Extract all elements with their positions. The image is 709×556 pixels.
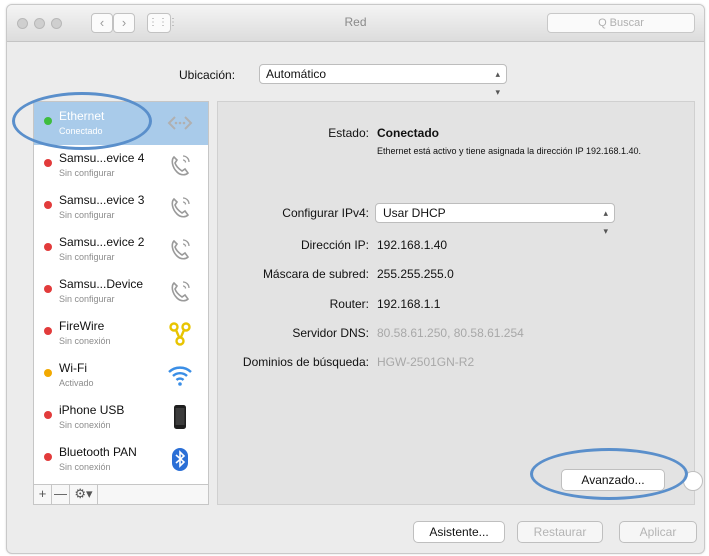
service-status: Conectado [59,126,103,136]
plus-icon: + [38,486,47,501]
location-value: Automático [266,67,327,81]
service-status: Sin conexión [59,336,111,346]
router-label: Router: [329,297,369,311]
service-name: Samsu...Device [59,277,144,291]
status-label: Estado: [328,126,369,140]
service-status: Sin configurar [59,294,115,304]
help-button[interactable] [683,471,703,491]
service-name: Samsu...evice 2 [59,235,145,249]
action-menu-button[interactable]: ⚙▾ [70,485,98,504]
service-item[interactable]: Bluetooth PAN Sin conexión [34,438,208,481]
firewire-icon [166,319,194,347]
location-label: Ubicación: [179,68,236,82]
router-value: 192.168.1.1 [377,297,441,311]
minus-icon: — [54,486,67,501]
location-select[interactable]: Automático ▴ ▾ [259,64,507,97]
dns-server-value: 80.58.61.250, 80.58.61.254 [377,326,524,340]
assistant-button[interactable]: Asistente... [413,521,505,543]
service-name: Bluetooth PAN [59,445,137,459]
wifi-icon [166,361,194,389]
service-item[interactable]: FireWire Sin conexión [34,312,208,355]
phone-handset-icon [166,235,194,263]
search-domains-value: HGW-2501GN-R2 [377,355,475,369]
subnet-mask-label: Máscara de subred: [262,267,369,281]
ip-address-label: Dirección IP: [300,238,369,252]
status-value: Conectado [377,126,440,140]
service-name: Wi-Fi [59,361,87,375]
service-name: FireWire [59,319,105,333]
ip-address-value: 192.168.1.40 [377,238,448,252]
service-item[interactable]: iPhone USB Sin conexión [34,396,208,439]
search-field[interactable]: Q Buscar [547,13,695,33]
service-list: Ethernet Conectado Samsu...evice 4 Sin conf… [33,101,209,485]
apply-button[interactable]: Aplicar [619,521,697,543]
service-status: Sin conexión [59,462,111,472]
status-dot [44,327,52,335]
status-dot [44,285,52,293]
network-preferences-window: ‹ › ⋮⋮⋮ Red Q Buscar Ubicación: Automáti… [6,4,705,554]
details-panel [217,101,695,505]
service-item[interactable]: Samsu...Device Sin configurar [34,270,208,313]
ipv4-label: Configurar IPv4: [282,206,369,220]
iphone-icon [166,403,194,431]
service-item[interactable]: Ethernet Conectado [34,102,208,145]
remove-service-button[interactable]: — [52,485,70,504]
service-status: Sin configurar [59,210,115,220]
service-item[interactable]: Samsu...evice 2 Sin configurar [34,228,208,271]
advanced-button[interactable]: Avanzado... [561,469,665,491]
updown-arrows-icon: ▴ ▾ [495,69,500,97]
gear-icon: ⚙▾ [74,486,93,501]
configure-ipv4-select[interactable]: Usar DHCP ▴ ▾ [375,203,615,236]
service-list-controls: + — ⚙▾ [33,485,209,505]
status-dot [44,159,52,167]
phone-handset-icon [166,193,194,221]
add-service-button[interactable]: + [34,485,52,504]
service-item[interactable]: Wi-Fi Activado [34,354,208,397]
service-item[interactable]: Samsu...evice 4 Sin configurar [34,144,208,187]
status-dot [44,411,52,419]
revert-button[interactable]: Restaurar [517,521,603,543]
bluetooth-icon [166,445,194,473]
service-status: Sin conexión [59,420,111,430]
status-dot [44,453,52,461]
status-dot [44,201,52,209]
service-name: Samsu...evice 4 [59,151,145,165]
ipv4-value: Usar DHCP [383,206,446,220]
subnet-mask-value: 255.255.255.0 [377,267,454,281]
updown-arrows-icon: ▴ ▾ [603,208,608,236]
phone-handset-icon [166,277,194,305]
service-status: Activado [59,378,94,388]
status-dot [44,369,52,377]
title-bar: ‹ › ⋮⋮⋮ Red Q Buscar [7,5,704,42]
service-status: Sin configurar [59,252,115,262]
dns-server-label: Servidor DNS: [292,326,369,340]
ethernet-arrows-icon [166,109,194,137]
service-name: Ethernet [59,109,105,123]
status-description: Ethernet está activo y tiene asignada la… [377,146,642,156]
status-dot [44,117,52,125]
phone-handset-icon [166,151,194,179]
service-name: iPhone USB [59,403,125,417]
search-domains-label: Dominios de búsqueda: [242,355,369,369]
service-status: Sin configurar [59,168,115,178]
status-dot [44,243,52,251]
service-item[interactable]: Samsu...evice 3 Sin configurar [34,186,208,229]
service-name: Samsu...evice 3 [59,193,145,207]
